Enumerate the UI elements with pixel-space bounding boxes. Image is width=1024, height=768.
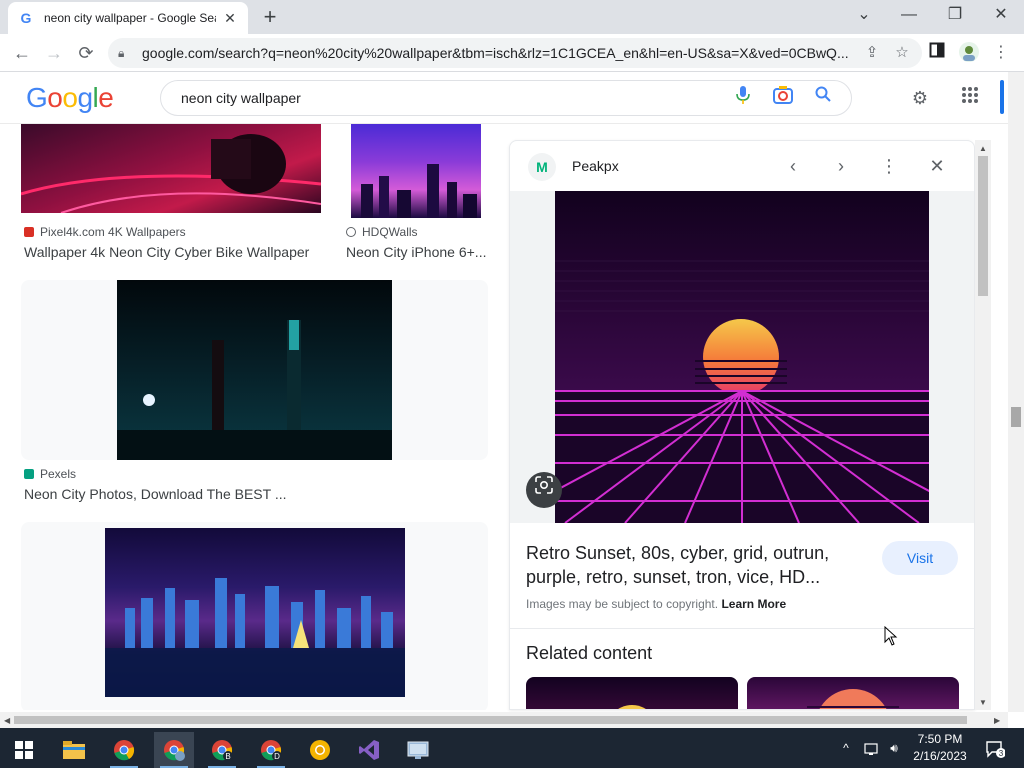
show-hidden-icons-chevron[interactable]: ^ <box>838 728 854 768</box>
visit-button[interactable]: Visit <box>882 541 958 575</box>
panel-scrollbar[interactable]: ▲ ▼ <box>975 140 991 710</box>
search-icon[interactable] <box>811 86 835 110</box>
result-title[interactable]: Wallpaper 4k Neon City Cyber Bike Wallpa… <box>24 244 324 260</box>
search-input[interactable]: neon city wallpaper <box>181 90 731 106</box>
preview-title[interactable]: Retro Sunset, 80s, cyber, grid, outrun, … <box>526 541 856 589</box>
lock-icon[interactable]: 🔒︎ <box>118 46 132 60</box>
panel-scroll-thumb[interactable] <box>978 156 988 296</box>
learn-more-link[interactable]: Learn More <box>721 597 786 611</box>
clock-date: 2/16/2023 <box>913 749 967 763</box>
scroll-left-arrow[interactable]: ◀ <box>4 716 10 725</box>
scroll-up-arrow[interactable]: ▲ <box>979 144 987 153</box>
result-source[interactable]: HDQWalls <box>346 225 418 239</box>
bookmark-star-icon[interactable]: ☆ <box>892 43 912 63</box>
forward-button[interactable]: → <box>42 41 66 65</box>
google-logo[interactable]: Google <box>26 82 114 114</box>
panel-source-name[interactable]: Peakpx <box>572 158 619 174</box>
page-scrollbar[interactable] <box>1008 72 1024 712</box>
copyright-notice: Images may be subject to copyright. Lear… <box>526 597 787 611</box>
camera-lens-icon[interactable] <box>771 86 795 110</box>
panel-divider <box>510 628 974 629</box>
panel-header: M Peakpx ‹ › ⋮ ✕ <box>510 141 974 191</box>
search-box[interactable]: neon city wallpaper <box>160 80 852 116</box>
close-panel-icon[interactable]: ✕ <box>925 154 949 178</box>
restore-button[interactable]: ❐ <box>941 4 969 26</box>
url-text: google.com/search?q=neon%20city%20wallpa… <box>142 45 849 61</box>
result-image-cyber-bike[interactable] <box>21 124 321 213</box>
globe-icon <box>346 227 356 237</box>
result-title[interactable]: Neon City Photos, Download The BEST ... <box>24 486 324 502</box>
action-center-icon[interactable]: 3 <box>980 728 1010 768</box>
result-source[interactable]: Pexels <box>24 467 76 481</box>
windows-taskbar: B D ^ 🔊︎ 7:50 PM 2/16/2023 3 <box>0 728 1024 768</box>
preview-image-area <box>510 191 974 523</box>
tab-close-icon[interactable]: ✕ <box>222 10 238 26</box>
svg-text:D: D <box>274 752 280 761</box>
tab-title: neon city wallpaper - Google Sea <box>44 11 216 25</box>
pixel4k-icon <box>24 227 34 237</box>
microphone-icon[interactable] <box>731 86 755 110</box>
clock-time: 7:50 PM <box>917 732 963 746</box>
more-options-icon[interactable]: ⋮ <box>877 154 901 178</box>
image-preview-panel: M Peakpx ‹ › ⋮ ✕ Retro Sunset, 80s, cybe… <box>509 140 975 710</box>
chrome-d-taskbar-icon[interactable]: D <box>251 732 291 768</box>
chrome-b-taskbar-icon[interactable]: B <box>202 732 242 768</box>
visual-studio-icon[interactable] <box>349 732 389 768</box>
minimize-button[interactable]: — <box>895 4 923 26</box>
result-source[interactable]: Pixel4k.com 4K Wallpapers <box>24 225 186 239</box>
page-scroll-thumb[interactable] <box>1011 407 1021 427</box>
svg-text:B: B <box>225 752 230 761</box>
browser-tab[interactable]: G neon city wallpaper - Google Sea ✕ <box>8 2 248 34</box>
image-results: Pixel4k.com 4K Wallpapers Wallpaper 4k N… <box>0 124 500 710</box>
result-image-neon-city-iphone[interactable] <box>351 124 481 218</box>
related-thumbnail[interactable] <box>526 677 738 709</box>
chrome-taskbar-icon[interactable] <box>104 732 144 768</box>
google-apps-icon[interactable] <box>958 86 982 110</box>
file-explorer-icon[interactable] <box>54 732 94 768</box>
tab-strip: G neon city wallpaper - Google Sea ✕ + ⌄… <box>0 0 1024 34</box>
new-tab-button[interactable]: + <box>258 6 282 30</box>
address-bar[interactable]: 🔒︎ google.com/search?q=neon%20city%20wal… <box>108 38 922 68</box>
tab-search-icon[interactable]: ⌄ <box>850 4 878 26</box>
horizontal-scroll-thumb[interactable] <box>14 716 967 724</box>
preview-image-retro-sunset[interactable] <box>555 191 929 523</box>
reload-button[interactable]: ⟳ <box>74 41 98 65</box>
volume-icon[interactable]: 🔊︎ <box>884 728 904 768</box>
chrome-canary-taskbar-icon[interactable] <box>300 732 340 768</box>
side-panel-icon[interactable] <box>926 42 948 64</box>
related-thumbnail[interactable] <box>747 677 959 709</box>
previous-image-button[interactable]: ‹ <box>781 154 805 178</box>
related-content-heading: Related content <box>526 643 653 663</box>
result-image-neon-skyline[interactable] <box>105 528 405 697</box>
control-panel-icon[interactable] <box>398 732 438 768</box>
network-icon[interactable] <box>862 728 882 768</box>
google-header: Google neon city wallpaper ⚙ <box>0 72 1008 124</box>
mouse-cursor-icon <box>884 626 898 646</box>
window-close-button[interactable]: ✕ <box>987 4 1015 26</box>
next-image-button[interactable]: › <box>829 154 853 178</box>
browser-toolbar: ← → ⟳ 🔒︎ google.com/search?q=neon%20city… <box>0 34 1024 72</box>
peakpx-logo-icon[interactable]: M <box>528 153 556 181</box>
result-image-pexels-city[interactable] <box>117 280 392 460</box>
account-indicator[interactable] <box>1000 80 1004 114</box>
windows-start-icon[interactable] <box>4 732 44 768</box>
settings-gear-icon[interactable]: ⚙ <box>908 86 932 110</box>
pexels-icon <box>24 469 34 479</box>
scroll-down-arrow[interactable]: ▼ <box>979 698 987 707</box>
chrome-profile-taskbar-icon[interactable] <box>154 732 194 768</box>
profile-avatar[interactable] <box>958 42 980 64</box>
chrome-menu-icon[interactable]: ⋮ <box>990 42 1012 64</box>
scroll-right-arrow[interactable]: ▶ <box>994 716 1000 725</box>
back-button[interactable]: ← <box>10 41 34 65</box>
result-title[interactable]: Neon City iPhone 6+... <box>346 244 491 260</box>
horizontal-scrollbar[interactable]: ◀ ▶ <box>0 712 1008 728</box>
share-icon[interactable]: ⇪ <box>862 43 882 63</box>
system-clock[interactable]: 7:50 PM 2/16/2023 <box>905 731 975 765</box>
google-favicon-icon: G <box>20 10 32 26</box>
google-lens-button[interactable] <box>526 472 562 508</box>
notification-count: 3 <box>999 749 1004 758</box>
